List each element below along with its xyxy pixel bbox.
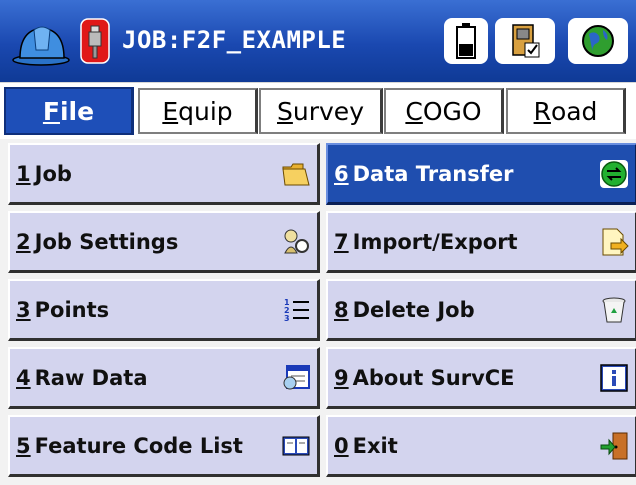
menu-points-button[interactable]: 3 Points 1 2 3	[8, 279, 320, 341]
menu-delete-job-button[interactable]: 8 Delete Job	[326, 279, 636, 341]
book-icon	[282, 436, 310, 456]
menu-label: About SurvCE	[352, 365, 515, 390]
menu-label: Job	[34, 161, 72, 186]
exit-door-icon	[600, 432, 628, 460]
recycle-bin-icon	[602, 297, 626, 323]
menu-label: Feature Code List	[34, 433, 243, 458]
menu-label: Delete Job	[352, 297, 475, 322]
battery-button[interactable]	[444, 18, 488, 64]
menu-job-settings-button[interactable]: 2 Job Settings	[8, 211, 320, 273]
menu-hotkey: 6	[334, 161, 349, 186]
hard-hat-icon[interactable]	[12, 20, 70, 66]
menu-label: Exit	[352, 433, 398, 458]
instrument-status-icon	[512, 24, 540, 58]
menu-hotkey: 3	[16, 297, 31, 322]
menu-hotkey: 8	[334, 297, 349, 322]
menu-hotkey: 5	[16, 433, 31, 458]
menu-hotkey: 4	[16, 365, 31, 390]
menu-hotkey: 2	[16, 229, 31, 254]
folder-open-icon	[282, 163, 310, 186]
tab-survey[interactable]: Survey	[259, 88, 383, 134]
globe-button[interactable]	[568, 18, 628, 64]
menu-label: Import/Export	[352, 229, 518, 254]
svg-text:3: 3	[284, 314, 290, 323]
menu-label: Points	[34, 297, 110, 322]
menu-feature-code-list-button[interactable]: 5 Feature Code List	[8, 415, 320, 477]
menu-label: Data Transfer	[352, 161, 514, 186]
menu-exit-button[interactable]: 0 Exit	[326, 415, 636, 477]
instrument-status-button[interactable]	[495, 18, 555, 64]
menu-hotkey: 0	[334, 433, 349, 458]
menu-raw-data-button[interactable]: 4 Raw Data	[8, 347, 320, 409]
menu-hotkey: 9	[334, 365, 349, 390]
menu-data-transfer-button[interactable]: 6 Data Transfer	[326, 143, 636, 205]
tab-file[interactable]: File	[4, 87, 134, 135]
tab-road-label: oad	[550, 96, 598, 126]
gps-rover-icon[interactable]	[80, 18, 110, 64]
tab-bar: File Equip Survey C OGO Road	[0, 82, 636, 139]
tab-road-hotkey: R	[533, 96, 551, 126]
transfer-icon	[600, 160, 628, 188]
data-window-icon	[283, 365, 310, 390]
tab-road[interactable]: Road	[506, 88, 626, 134]
app-window: JOB:F2F_EXAMPLE F ile E quip S urvey C O…	[0, 0, 636, 485]
title-bar: JOB:F2F_EXAMPLE	[0, 0, 636, 82]
menu-label: Raw Data	[34, 365, 148, 390]
menu-import-export-button[interactable]: 7 Import/Export	[326, 211, 636, 273]
tab-cogo-hotkey: C	[405, 96, 423, 126]
menu-hotkey: 7	[334, 229, 349, 254]
tab-file-label: ile	[59, 96, 95, 126]
tab-file-hotkey: F	[42, 96, 60, 126]
tab-survey-hotkey: S	[277, 96, 293, 126]
job-title: JOB:F2F_EXAMPLE	[122, 26, 347, 54]
tab-cogo-label: OGO	[422, 96, 482, 126]
menu-job-button[interactable]: 1 Job	[8, 143, 320, 205]
numbered-list-icon: 1 2 3	[284, 298, 309, 323]
menu-label: Job Settings	[34, 229, 179, 254]
tab-equip-hotkey: E	[162, 96, 179, 126]
document-export-icon	[602, 228, 629, 256]
info-icon	[600, 364, 628, 392]
settings-person-icon	[284, 229, 309, 254]
tab-equip[interactable]: Equip	[138, 88, 258, 134]
menu-hotkey: 1	[16, 161, 31, 186]
globe-icon	[582, 25, 614, 57]
tab-survey-label: urvey	[292, 96, 364, 126]
battery-icon	[456, 23, 476, 59]
tab-equip-label: quip	[178, 96, 233, 126]
tab-cogo[interactable]: C OGO	[384, 88, 504, 134]
menu-about-survce-button[interactable]: 9 About SurvCE	[326, 347, 636, 409]
